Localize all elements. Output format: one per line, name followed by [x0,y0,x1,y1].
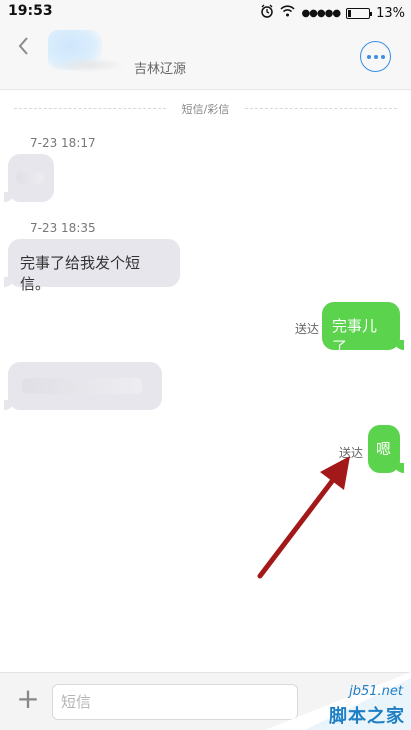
status-bar: 19:53 ●●●●● 13% [0,0,411,24]
section-label: 短信/彩信 [181,103,230,116]
message-text: 完事儿了 [332,317,378,356]
annotation-arrow [257,456,350,579]
more-icon [366,54,371,59]
received-message-blurred[interactable] [4,362,162,410]
signal-icon: ●●●●● [301,7,341,19]
back-button[interactable] [16,34,36,64]
watermark-name: 脚本之家 [329,706,405,727]
attach-button[interactable]: + [14,685,42,713]
message-timestamp: 7-23 18:35 [30,221,96,235]
watermark-site: jb51.net [349,684,403,699]
watermark: jb51.net 脚本之家 [265,672,411,730]
sent-message[interactable]: 嗯 [368,425,404,473]
more-options-button[interactable] [360,41,391,72]
status-icons: ●●●●● 13% [260,4,405,22]
conversation-header: 吉林辽源 [0,24,411,90]
chevron-left-icon [18,37,28,55]
delivery-status: 送达 [295,322,320,336]
wifi-icon [280,5,296,21]
contact-number-blurred [52,58,124,72]
message-type-divider: 短信/彩信 [14,100,397,116]
message-text: 嗯 [376,440,392,458]
battery-percent: 13% [376,5,405,21]
status-time: 19:53 [8,3,53,19]
sent-message[interactable]: 完事儿了 [322,302,404,356]
composer-bar: + jb51.net 脚本之家 [0,672,411,730]
contact-location: 吉林辽源 [134,62,187,77]
plus-icon: + [16,682,40,715]
message-text: 完事了给我发个短信。 [20,254,141,293]
alarm-icon [260,4,274,22]
battery-icon [346,7,373,19]
message-input[interactable] [52,684,298,720]
received-message[interactable]: 完事了给我发个短信。 [4,239,180,293]
received-message-blurred[interactable] [4,154,54,202]
message-timestamp: 7-23 18:17 [30,136,96,150]
